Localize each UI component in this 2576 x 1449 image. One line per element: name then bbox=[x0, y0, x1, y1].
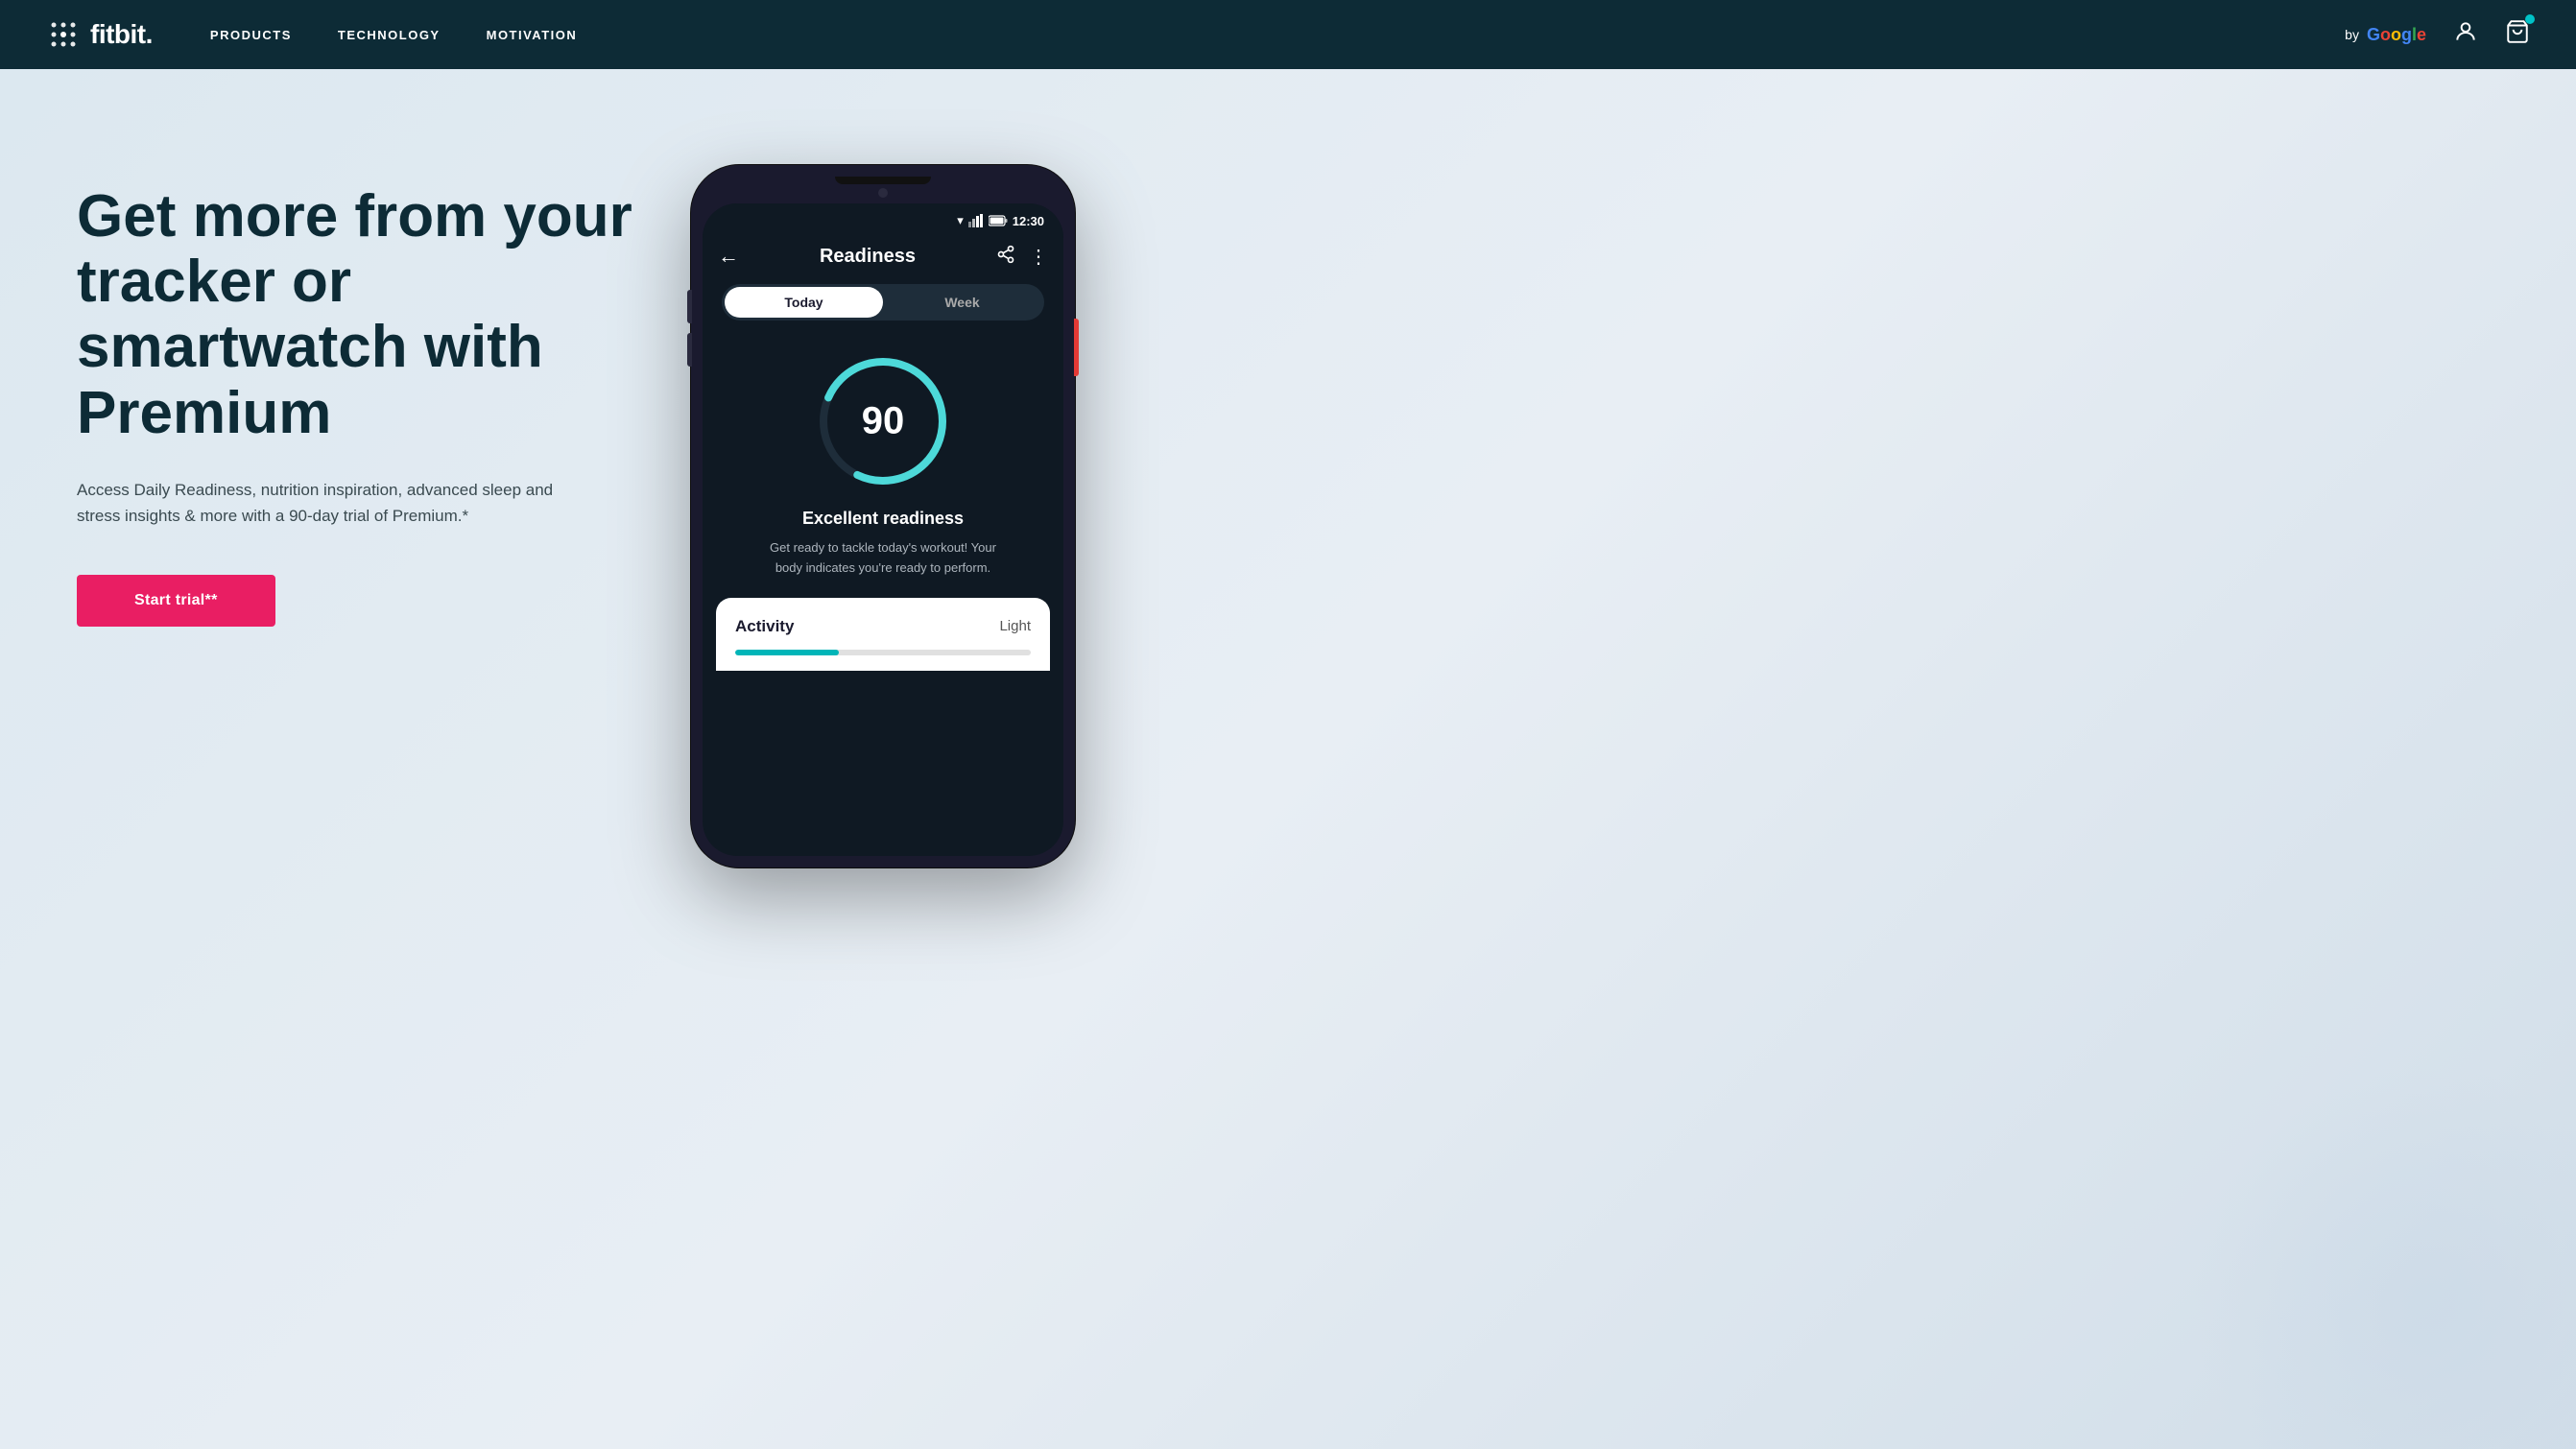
phone-vol-down bbox=[687, 333, 692, 367]
phone-camera-row bbox=[703, 188, 1063, 198]
score-description: Get ready to tackle today's workout! You… bbox=[758, 538, 1008, 579]
signal-icon bbox=[968, 214, 984, 227]
cart-icon[interactable] bbox=[2505, 19, 2530, 50]
score-number: 90 bbox=[862, 400, 905, 443]
navbar: fitbit. PRODUCTS TECHNOLOGY MOTIVATION b… bbox=[0, 0, 2576, 69]
phone-mockup: ▾ 12:30 bbox=[653, 146, 1113, 867]
more-options-icon[interactable]: ⋮ bbox=[1029, 245, 1048, 269]
status-time: 12:30 bbox=[1013, 214, 1044, 228]
hero-bg-decoration bbox=[2192, 1065, 2576, 1449]
cta-button[interactable]: Start trial** bbox=[77, 575, 275, 627]
score-circle: 90 bbox=[811, 349, 955, 493]
phone-camera bbox=[878, 188, 888, 198]
activity-card: Activity Light bbox=[716, 598, 1050, 671]
nav-link-products[interactable]: PRODUCTS bbox=[210, 28, 292, 42]
readiness-score-section: 90 Excellent readiness Get ready to tack… bbox=[703, 340, 1063, 598]
score-title: Excellent readiness bbox=[802, 509, 964, 529]
status-icons: ▾ 12:30 bbox=[957, 213, 1044, 228]
tab-today[interactable]: Today bbox=[725, 287, 883, 318]
app-header: ← Readiness ⋮ bbox=[703, 234, 1063, 284]
google-text: Google bbox=[2367, 25, 2426, 45]
phone-notch bbox=[835, 177, 931, 184]
hero-section: Get more from your tracker or smartwatch… bbox=[0, 69, 2576, 1449]
activity-progress-bar-bg bbox=[735, 650, 1031, 655]
hero-title: Get more from your tracker or smartwatch… bbox=[77, 184, 653, 446]
nav-link-technology[interactable]: TECHNOLOGY bbox=[338, 28, 441, 42]
by-google-label: by Google bbox=[2345, 25, 2426, 45]
phone-frame: ▾ 12:30 bbox=[691, 165, 1075, 867]
battery-icon bbox=[989, 215, 1008, 226]
status-bar: ▾ 12:30 bbox=[703, 203, 1063, 234]
activity-label: Activity bbox=[735, 617, 794, 636]
account-icon[interactable] bbox=[2453, 19, 2478, 50]
phone-power-button bbox=[1074, 319, 1079, 376]
nav-right: by Google bbox=[2345, 19, 2530, 50]
back-button[interactable]: ← bbox=[718, 244, 739, 269]
activity-status: Light bbox=[999, 618, 1031, 634]
nav-link-motivation[interactable]: MOTIVATION bbox=[487, 28, 578, 42]
tab-week[interactable]: Week bbox=[883, 287, 1041, 318]
activity-header-row: Activity Light bbox=[735, 617, 1031, 636]
nav-logo[interactable]: fitbit. bbox=[46, 17, 153, 52]
app-tabs: Today Week bbox=[722, 284, 1044, 321]
nav-links: PRODUCTS TECHNOLOGY MOTIVATION bbox=[210, 28, 2345, 42]
phone-notch-bar bbox=[703, 177, 1063, 184]
wifi-icon: ▾ bbox=[957, 213, 964, 228]
fitbit-logo-icon bbox=[46, 17, 81, 52]
cart-badge bbox=[2525, 14, 2535, 24]
phone-vol-up bbox=[687, 290, 692, 323]
hero-content: Get more from your tracker or smartwatch… bbox=[77, 146, 653, 627]
activity-progress-bar-fill bbox=[735, 650, 839, 655]
app-screen-title: Readiness bbox=[739, 246, 996, 268]
phone-screen: ▾ 12:30 bbox=[703, 203, 1063, 856]
logo-text: fitbit. bbox=[90, 19, 153, 50]
share-icon[interactable] bbox=[996, 245, 1015, 269]
hero-subtitle: Access Daily Readiness, nutrition inspir… bbox=[77, 477, 557, 529]
